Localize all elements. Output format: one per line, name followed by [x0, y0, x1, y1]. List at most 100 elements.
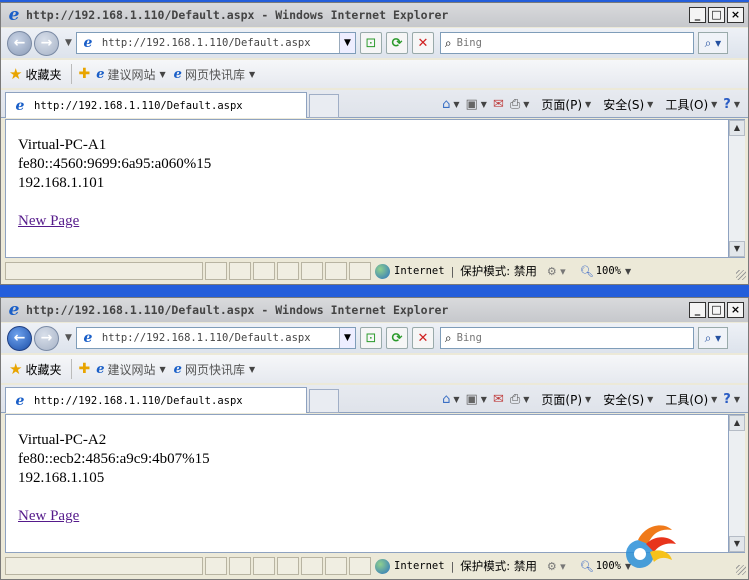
scroll-up-button[interactable]: ▲ [729, 415, 745, 431]
suggested-sites-link[interactable]: 建议网站 [107, 361, 155, 378]
stop-button[interactable]: ✕ [411, 32, 434, 54]
tab-current[interactable]: e http://192.168.1.110/Default.aspx [5, 92, 307, 118]
zoom-control[interactable]: 🔍︎ 100% ▼ [580, 265, 639, 278]
resize-grip[interactable] [736, 270, 746, 280]
resize-grip[interactable] [736, 565, 746, 575]
chevron-down-icon[interactable]: ▼ [453, 395, 459, 404]
help-icon[interactable]: ? [723, 392, 731, 407]
refresh-button[interactable]: ⟳ [385, 32, 408, 54]
chevron-down-icon[interactable]: ▼ [481, 100, 487, 109]
compatibility-view-button[interactable]: ⊡ [359, 32, 382, 54]
favorites-button[interactable]: 收藏夹 [25, 361, 61, 378]
minimize-button[interactable]: _ [689, 7, 706, 23]
forward-button[interactable]: → [34, 30, 59, 56]
chevron-down-icon[interactable]: ▼ [711, 395, 717, 404]
new-tab-button[interactable] [309, 94, 339, 118]
add-to-favorites-icon[interactable]: ✚ [78, 361, 90, 377]
suggested-sites-link[interactable]: 建议网站 [107, 66, 155, 83]
stop-button[interactable]: ✕ [411, 327, 434, 349]
scroll-up-button[interactable]: ▲ [729, 120, 745, 136]
address-bar[interactable]: e http://192.168.1.110/Default.aspx ▼ [75, 32, 356, 54]
popup-blocker-icon[interactable]: ⚙ ▾ [547, 265, 566, 278]
web-slice-gallery-link[interactable]: 网页快讯库 [185, 361, 245, 378]
minimize-button[interactable]: _ [689, 302, 706, 318]
search-box[interactable]: ⌕ Bing [439, 32, 694, 54]
tools-menu[interactable]: 工具(O) [665, 391, 708, 408]
search-box[interactable]: ⌕ Bing [439, 327, 694, 349]
status-bar: Internet | 保护模式: 禁用 ⚙ ▾ 🔍︎ 100% ▼ [1, 260, 748, 282]
chevron-down-icon[interactable]: ▼ [523, 395, 529, 404]
close-button[interactable]: × [727, 7, 744, 23]
chevron-down-icon[interactable]: ▼ [647, 100, 653, 109]
compatibility-view-button[interactable]: ⊡ [359, 327, 382, 349]
chevron-down-icon[interactable]: ▼ [160, 365, 166, 374]
safety-menu[interactable]: 安全(S) [603, 391, 644, 408]
chevron-down-icon[interactable]: ▼ [585, 395, 591, 404]
feeds-icon[interactable]: ▣ [466, 97, 478, 112]
maximize-button[interactable]: □ [708, 302, 725, 318]
home-icon[interactable]: ⌂ [442, 392, 450, 407]
favorites-star-icon[interactable]: ★ [9, 65, 22, 83]
favorites-star-icon[interactable]: ★ [9, 360, 22, 378]
scroll-down-button[interactable]: ▼ [729, 536, 745, 552]
search-placeholder[interactable]: Bing [457, 37, 482, 49]
add-to-favorites-icon[interactable]: ✚ [78, 66, 90, 82]
scroll-down-button[interactable]: ▼ [729, 241, 745, 257]
tab-current[interactable]: e http://192.168.1.110/Default.aspx [5, 387, 307, 413]
chevron-down-icon[interactable]: ▼ [585, 100, 591, 109]
new-page-link[interactable]: New Page [18, 212, 79, 231]
address-dropdown-icon[interactable]: ▼ [338, 328, 355, 348]
web-slice-gallery-link[interactable]: 网页快讯库 [185, 66, 245, 83]
home-icon[interactable]: ⌂ [442, 97, 450, 112]
chevron-down-icon[interactable]: ▼ [734, 395, 740, 404]
search-placeholder[interactable]: Bing [457, 332, 482, 344]
chevron-down-icon[interactable]: ▼ [160, 70, 166, 79]
feeds-icon[interactable]: ▣ [466, 392, 478, 407]
favorites-bar: ★ 收藏夹 ✚ e 建议网站 ▼ e 网页快讯库 ▼ [1, 355, 748, 383]
print-icon[interactable]: ⎙ [510, 392, 520, 407]
print-icon[interactable]: ⎙ [510, 97, 520, 112]
vertical-scrollbar[interactable]: ▲ ▼ [729, 119, 745, 258]
divider: | [450, 559, 455, 573]
recent-pages-dropdown-icon[interactable]: ▼ [65, 333, 72, 343]
refresh-button[interactable]: ⟳ [385, 327, 408, 349]
search-button[interactable]: ⌕ ▾ [697, 327, 728, 349]
close-button[interactable]: × [727, 302, 744, 318]
chevron-down-icon[interactable]: ▼ [453, 100, 459, 109]
title-bar[interactable]: e http://192.168.1.110/Default.aspx - Wi… [1, 3, 748, 27]
address-text[interactable]: http://192.168.1.110/Default.aspx [102, 37, 311, 49]
page-menu[interactable]: 页面(P) [541, 96, 582, 113]
vertical-scrollbar[interactable]: ▲ ▼ [729, 414, 745, 553]
security-zone[interactable]: Internet | 保护模式: 禁用 [375, 263, 537, 279]
chevron-down-icon[interactable]: ▼ [711, 100, 717, 109]
address-dropdown-icon[interactable]: ▼ [338, 33, 355, 53]
popup-blocker-icon[interactable]: ⚙ ▾ [547, 560, 566, 573]
back-button[interactable]: ← [7, 30, 32, 56]
tools-menu[interactable]: 工具(O) [665, 96, 708, 113]
chevron-down-icon[interactable]: ▼ [625, 267, 631, 276]
recent-pages-dropdown-icon[interactable]: ▼ [65, 38, 72, 48]
title-bar[interactable]: e http://192.168.1.110/Default.aspx - Wi… [1, 298, 748, 322]
forward-button[interactable]: → [34, 325, 59, 351]
mail-icon[interactable]: ✉ [493, 97, 504, 112]
maximize-button[interactable]: □ [708, 7, 725, 23]
chevron-down-icon[interactable]: ▼ [647, 395, 653, 404]
chevron-down-icon[interactable]: ▼ [481, 395, 487, 404]
address-text[interactable]: http://192.168.1.110/Default.aspx [102, 332, 311, 344]
search-button[interactable]: ⌕ ▾ [697, 32, 728, 54]
address-bar[interactable]: e http://192.168.1.110/Default.aspx ▼ [75, 327, 356, 349]
chevron-down-icon[interactable]: ▼ [249, 70, 255, 79]
mail-icon[interactable]: ✉ [493, 392, 504, 407]
favorites-button[interactable]: 收藏夹 [25, 66, 61, 83]
new-page-link[interactable]: New Page [18, 507, 79, 526]
page-menu[interactable]: 页面(P) [541, 391, 582, 408]
new-tab-button[interactable] [309, 389, 339, 413]
status-field [349, 557, 371, 575]
security-zone[interactable]: Internet | 保护模式: 禁用 [375, 558, 537, 574]
safety-menu[interactable]: 安全(S) [603, 96, 644, 113]
help-icon[interactable]: ? [723, 97, 731, 112]
back-button[interactable]: ← [7, 325, 32, 351]
chevron-down-icon[interactable]: ▼ [249, 365, 255, 374]
chevron-down-icon[interactable]: ▼ [523, 100, 529, 109]
chevron-down-icon[interactable]: ▼ [734, 100, 740, 109]
